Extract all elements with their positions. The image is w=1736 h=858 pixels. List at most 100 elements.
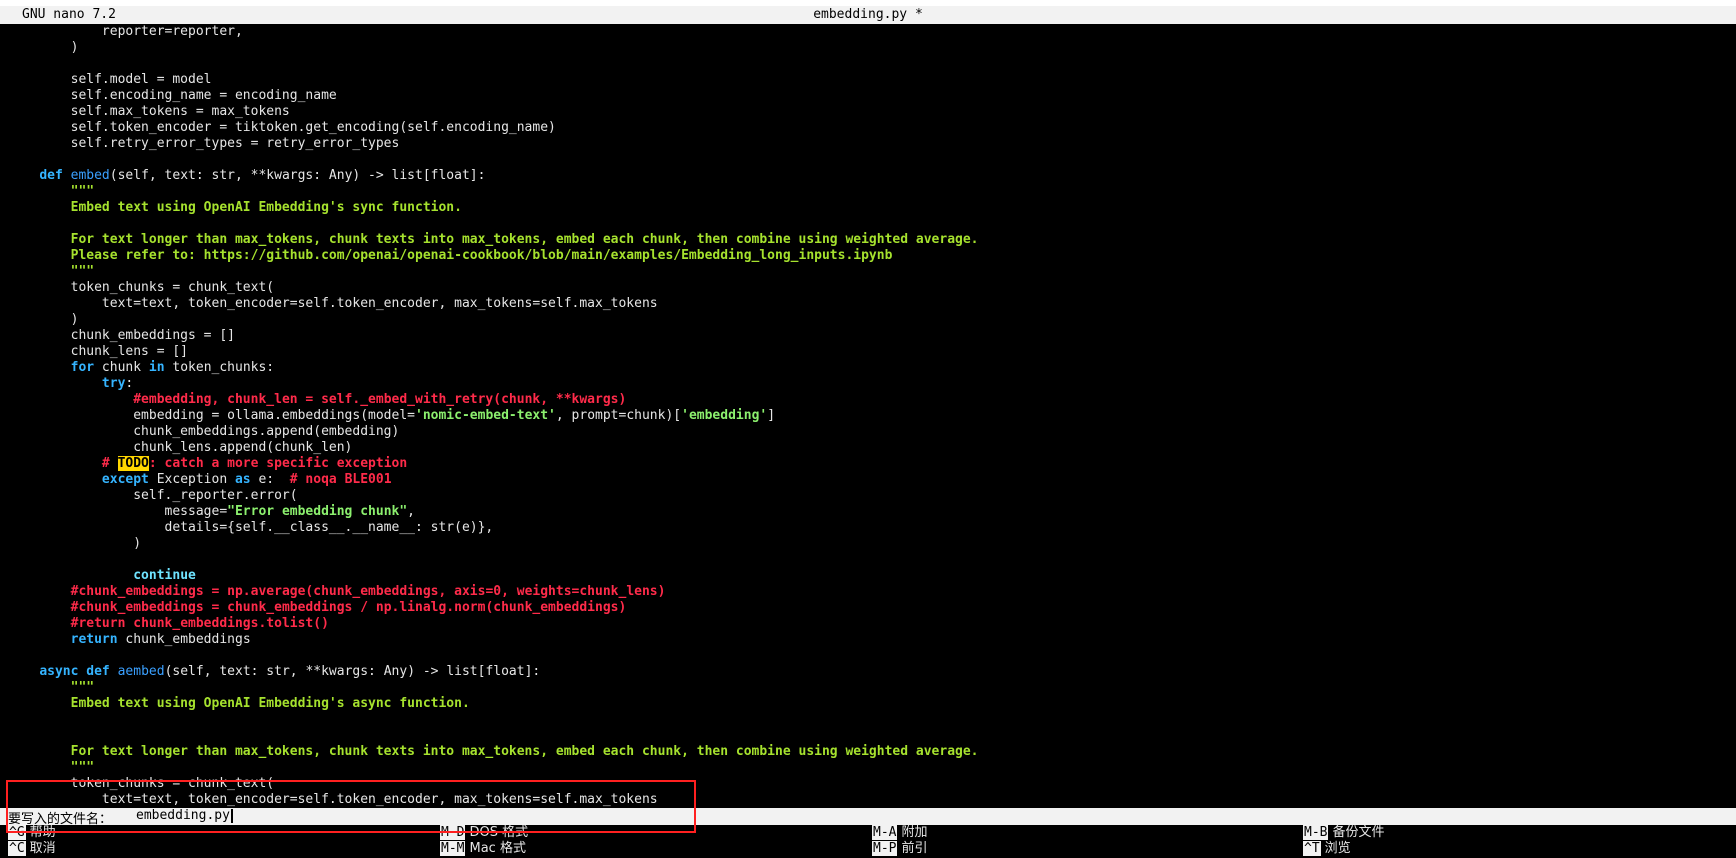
code-token: # noqa BLE001 xyxy=(289,472,392,487)
code-line: self.token_encoder = tiktoken.get_encodi… xyxy=(8,120,1730,136)
code-token: : catch a more specific exception xyxy=(148,456,408,471)
code-line: chunk_lens.append(chunk_len) xyxy=(8,440,1730,456)
code-token: message= xyxy=(8,504,228,519)
code-line: self.model = model xyxy=(8,72,1730,88)
code-token: """ xyxy=(8,264,95,279)
shortcut-key: M-A xyxy=(872,825,898,840)
code-token: try xyxy=(101,376,126,391)
code-token: """ xyxy=(8,680,95,695)
code-token: chunk_embeddings xyxy=(117,632,251,647)
shortcut-key: M-P xyxy=(872,841,898,856)
code-token: self.max_tokens = max_tokens xyxy=(8,104,290,119)
code-token: chunk_embeddings.append(embedding) xyxy=(8,424,400,439)
code-editor[interactable]: reporter=reporter, ) self.model = model … xyxy=(8,24,1730,808)
code-line: """ xyxy=(8,760,1730,776)
code-line: text=text, token_encoder=self.token_enco… xyxy=(8,296,1730,312)
shortcut-key: M-D xyxy=(440,825,466,840)
filename-input[interactable]: embedding.py xyxy=(136,808,233,823)
nano-title-bar: GNU nano 7.2 embedding.py * xyxy=(0,6,1736,24)
code-line: #return chunk_embeddings.tolist() xyxy=(8,616,1730,632)
code-token: continue xyxy=(133,568,196,583)
shortcut-label: 浏览 xyxy=(1324,841,1351,856)
code-line: #embedding, chunk_len = self._embed_with… xyxy=(8,392,1730,408)
shortcut-help[interactable]: ^G 帮助 xyxy=(8,825,56,841)
code-token: self.token_encoder = tiktoken.get_encodi… xyxy=(8,120,556,135)
code-line: try: xyxy=(8,376,1730,392)
code-token: token_chunks = chunk_text( xyxy=(8,280,275,295)
code-token: embedding = ollama.embeddings(model= xyxy=(8,408,415,423)
shortcut-cancel[interactable]: ^C 取消 xyxy=(8,841,56,857)
code-line: reporter=reporter, xyxy=(8,24,1730,40)
text-cursor xyxy=(230,808,233,823)
code-token: chunk_lens.append(chunk_len) xyxy=(8,440,353,455)
code-line: async def aembed(self, text: str, **kwar… xyxy=(8,664,1730,680)
code-token: token_chunks = chunk_text( xyxy=(8,776,275,791)
shortcut-mac-format[interactable]: M-M Mac 格式 xyxy=(440,841,526,857)
code-token: ) xyxy=(8,312,79,327)
code-token: as xyxy=(234,472,251,487)
code-token: chunk_lens = [] xyxy=(8,344,189,359)
code-token: async def xyxy=(39,664,118,679)
code-token: 'embedding' xyxy=(681,408,768,423)
shortcut-append[interactable]: M-A 附加 xyxy=(872,825,928,841)
shortcut-browse[interactable]: ^T 浏览 xyxy=(1303,841,1351,857)
code-token: #chunk_embeddings = np.average(chunk_emb… xyxy=(70,584,666,599)
code-token: (self, text: str, **kwargs: Any) -> list… xyxy=(164,664,541,679)
code-token: TODO xyxy=(117,456,149,471)
shortcut-label: 帮助 xyxy=(29,825,56,840)
file-name-title: embedding.py * xyxy=(813,7,923,22)
shortcut-key: ^G xyxy=(8,825,26,840)
code-line: except Exception as e: # noqa BLE001 xyxy=(8,472,1730,488)
shortcut-backup[interactable]: M-B 备份文件 xyxy=(1303,825,1385,841)
code-line: self.encoding_name = encoding_name xyxy=(8,88,1730,104)
shortcut-label: 附加 xyxy=(901,825,928,840)
code-token: """ xyxy=(8,760,95,775)
code-token: for xyxy=(70,360,95,375)
code-line: """ xyxy=(8,264,1730,280)
code-line: For text longer than max_tokens, chunk t… xyxy=(8,232,1730,248)
code-token: 'nomic-embed-text' xyxy=(415,408,556,423)
code-token: self._reporter.error( xyxy=(8,488,298,503)
code-line: token_chunks = chunk_text( xyxy=(8,280,1730,296)
code-token: return xyxy=(70,632,118,647)
code-line: continue xyxy=(8,568,1730,584)
code-token: text=text, token_encoder=self.token_enco… xyxy=(8,296,658,311)
code-token: #chunk_embeddings = chunk_embeddings / n… xyxy=(70,600,627,615)
code-token: Please refer to: https://github.com/open… xyxy=(8,248,893,263)
code-line: Please refer to: https://github.com/open… xyxy=(8,248,1730,264)
shortcut-prepend[interactable]: M-P 前引 xyxy=(872,841,928,857)
code-token: token_chunks: xyxy=(164,360,275,375)
code-token: For text longer than max_tokens, chunk t… xyxy=(8,232,979,247)
shortcut-bar: ^G 帮助 M-D DOS 格式 M-A 附加 M-B 备份文件 ^C 取消 M-M Mac… xyxy=(0,825,1736,858)
code-line: ) xyxy=(8,40,1730,56)
code-token: reporter=reporter, xyxy=(8,24,243,39)
shortcut-dos-format[interactable]: M-D DOS 格式 xyxy=(440,825,528,841)
shortcut-key: M-B xyxy=(1303,825,1329,840)
code-token: Embed text using OpenAI Embedding's sync… xyxy=(8,200,462,215)
code-line: Embed text using OpenAI Embedding's sync… xyxy=(8,200,1730,216)
code-token: details={self.__class__.__name__: str(e)… xyxy=(8,520,494,535)
code-line: self._reporter.error( xyxy=(8,488,1730,504)
code-line: token_chunks = chunk_text( xyxy=(8,776,1730,792)
code-token: "Error embedding chunk" xyxy=(227,504,408,519)
code-line: details={self.__class__.__name__: str(e)… xyxy=(8,520,1730,536)
shortcut-label: 备份文件 xyxy=(1332,825,1385,840)
code-token: Exception xyxy=(148,472,235,487)
code-line: Embed text using OpenAI Embedding's asyn… xyxy=(8,696,1730,712)
code-token: self.retry_error_types = retry_error_typ… xyxy=(8,136,400,151)
code-token: , xyxy=(407,504,415,519)
filename-input-value: embedding.py xyxy=(136,808,230,823)
code-line: # TODO: catch a more specific exception xyxy=(8,456,1730,472)
code-token: embed xyxy=(70,168,110,183)
code-token: , prompt=chunk)[ xyxy=(555,408,682,423)
